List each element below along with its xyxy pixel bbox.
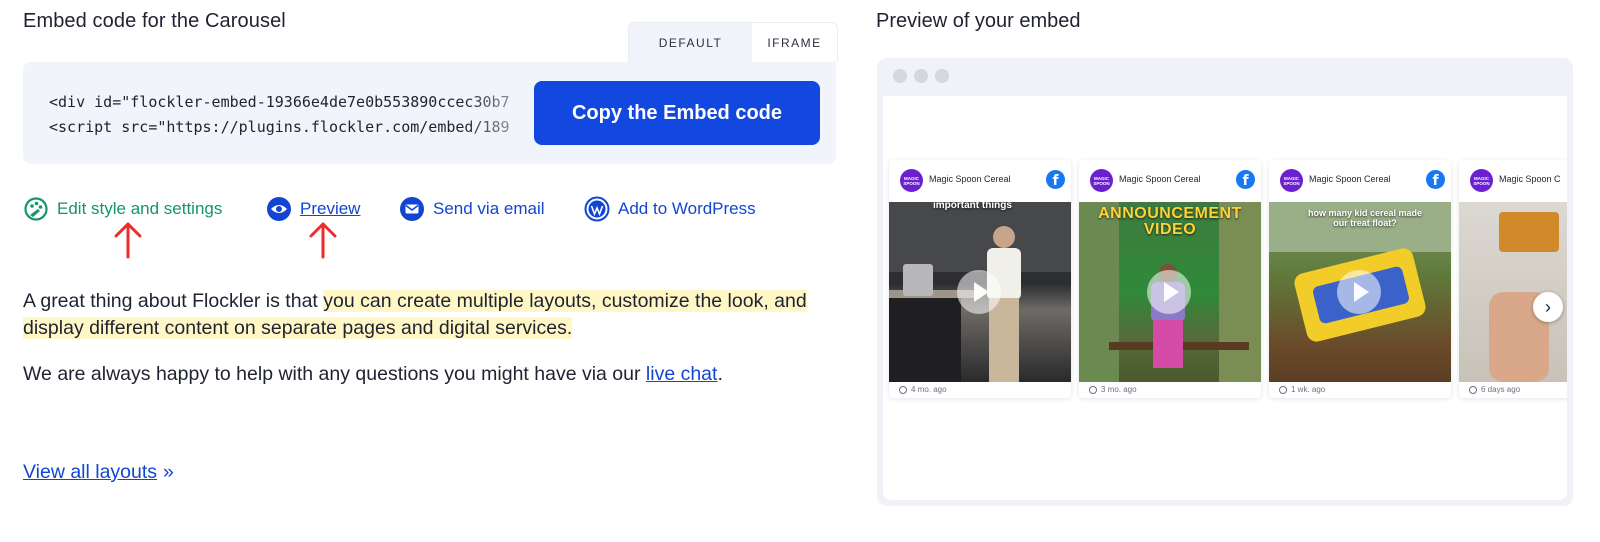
add-to-wordpress-link[interactable]: Add to WordPress — [584, 196, 756, 222]
window-dot — [935, 69, 949, 83]
carousel-card[interactable]: MAGIC SPOON Magic Spoon Cereal f how man… — [1269, 160, 1451, 398]
view-all-layouts-label: View all layouts — [23, 461, 158, 483]
card-author: Magic Spoon Cereal — [1309, 174, 1391, 184]
window-dot — [893, 69, 907, 83]
add-to-wordpress-label: Add to WordPress — [618, 199, 756, 218]
card-age: 4 mo. ago — [911, 385, 947, 394]
embed-code-box: <div id="flockler-embed-19366e4de7e0b553… — [23, 62, 836, 164]
wordpress-icon — [584, 196, 610, 222]
tab-default[interactable]: DEFAULT — [629, 23, 752, 62]
preview-link[interactable]: Preview — [266, 196, 360, 222]
clock-icon — [899, 385, 907, 394]
send-via-email-label: Send via email — [433, 199, 545, 218]
envelope-icon — [400, 197, 424, 221]
card-author: Magic Spoon C — [1499, 174, 1561, 184]
preview-viewport: MAGIC SPOON Magic Spoon Cereal f importa… — [883, 96, 1567, 500]
carousel-card[interactable]: MAGIC SPOON Magic Spoon Cereal f importa… — [889, 160, 1071, 398]
facebook-icon: f — [1426, 170, 1445, 189]
card-caption: how many kid cereal made our treat float… — [1307, 208, 1423, 228]
embed-section-title: Embed code for the Carousel — [23, 10, 286, 32]
window-dots — [893, 69, 949, 83]
card-timestamp: 6 days ago — [1469, 385, 1520, 394]
avatar: MAGIC SPOON — [1470, 169, 1493, 192]
card-video-thumbnail[interactable]: how many kid cereal made our treat float… — [1269, 202, 1451, 382]
avatar: MAGIC SPOON — [900, 169, 923, 192]
preview-label: Preview — [300, 199, 361, 218]
avatar: MAGIC SPOON — [1280, 169, 1303, 192]
window-dot — [914, 69, 928, 83]
carousel-next-button[interactable]: › — [1533, 292, 1563, 322]
card-timestamp: 3 mo. ago — [1089, 385, 1137, 394]
copy-embed-code-button[interactable]: Copy the Embed code — [534, 81, 820, 145]
card-video-thumbnail[interactable]: ANNOUNCEMENT VIDEO — [1079, 202, 1261, 382]
red-arrow-up-icon — [114, 222, 142, 259]
embed-format-tabs: DEFAULT IFRAME — [628, 22, 838, 62]
card-author: Magic Spoon Cereal — [1119, 174, 1201, 184]
card-age: 3 mo. ago — [1101, 385, 1137, 394]
avatar: MAGIC SPOON — [1090, 169, 1113, 192]
clock-icon — [1469, 385, 1477, 394]
facebook-icon: f — [1236, 170, 1255, 189]
play-icon — [957, 270, 1001, 314]
card-age: 6 days ago — [1481, 385, 1521, 394]
edit-style-settings-link[interactable]: Edit style and settings — [23, 196, 222, 222]
help-text-end: . — [717, 363, 723, 385]
live-chat-link[interactable]: live chat — [646, 363, 718, 385]
preview-section-title: Preview of your embed — [876, 10, 1081, 32]
carousel-card[interactable]: MAGIC SPOON Magic Spoon Cereal f ANNOUNC… — [1079, 160, 1261, 398]
card-video-thumbnail[interactable]: important things — [889, 202, 1071, 382]
tab-iframe[interactable]: IFRAME — [752, 23, 837, 62]
paint-palette-icon — [24, 197, 48, 221]
clock-icon — [1279, 385, 1287, 394]
play-icon — [1147, 270, 1191, 314]
card-timestamp: 1 wk. ago — [1279, 385, 1325, 394]
card-header: MAGIC SPOON Magic Spoon C — [1459, 160, 1567, 198]
layouts-info-paragraph: A great thing about Flockler is that you… — [23, 288, 833, 342]
card-caption: important things — [933, 202, 1012, 211]
send-via-email-link[interactable]: Send via email — [399, 196, 545, 222]
double-chevron-right-icon: » — [163, 461, 174, 483]
view-all-layouts-link[interactable]: View all layouts» — [23, 461, 174, 484]
card-header: MAGIC SPOON Magic Spoon Cereal f — [889, 160, 1071, 198]
edit-style-settings-label: Edit style and settings — [57, 199, 223, 218]
card-header: MAGIC SPOON Magic Spoon Cereal f — [1079, 160, 1261, 198]
layouts-info-plain: A great thing about Flockler is that — [23, 290, 324, 312]
help-text: We are always happy to help with any que… — [23, 363, 646, 385]
card-timestamp: 4 mo. ago — [899, 385, 947, 394]
red-arrow-up-icon — [309, 222, 337, 259]
carousel-card[interactable]: MAGIC SPOON Magic Spoon C 6 days ago — [1459, 160, 1567, 398]
chevron-right-icon: › — [1545, 296, 1551, 317]
facebook-icon: f — [1046, 170, 1065, 189]
help-paragraph: We are always happy to help with any que… — [23, 361, 723, 388]
clock-icon — [1089, 385, 1097, 394]
card-header: MAGIC SPOON Magic Spoon Cereal f — [1269, 160, 1451, 198]
play-icon — [1337, 270, 1381, 314]
card-age: 1 wk. ago — [1291, 385, 1326, 394]
preview-browser-frame: MAGIC SPOON Magic Spoon Cereal f importa… — [877, 58, 1573, 506]
eye-icon — [267, 197, 291, 221]
card-author: Magic Spoon Cereal — [929, 174, 1011, 184]
card-caption: ANNOUNCEMENT VIDEO — [1098, 205, 1242, 238]
